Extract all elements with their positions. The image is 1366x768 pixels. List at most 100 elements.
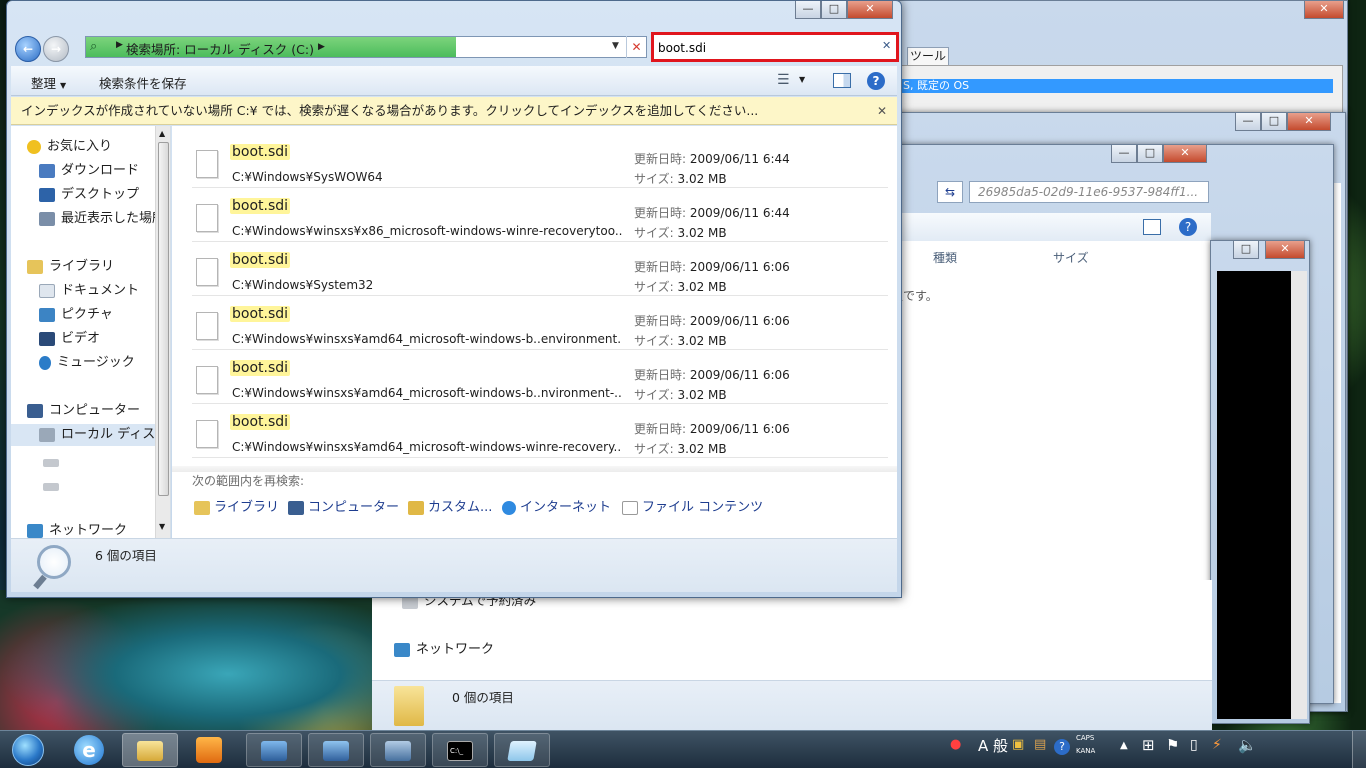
result-row[interactable]: boot.sdi C:¥Windows¥winsxs¥amd64_microsof… [192, 404, 888, 458]
minimize-button[interactable]: — [1235, 113, 1261, 131]
close-button[interactable]: ✕ [1163, 145, 1207, 163]
research-file-contents-link[interactable]: ファイル コンテンツ [622, 496, 763, 515]
help-icon[interactable]: ? [1054, 739, 1070, 755]
result-date: 更新日時: 2009/06/11 6:44 [634, 204, 790, 221]
taskbar-notepad[interactable] [494, 733, 550, 767]
nav-pictures[interactable]: ピクチャ [11, 304, 170, 326]
preview-pane-icon[interactable] [833, 73, 851, 88]
minimize-button[interactable]: — [1111, 145, 1137, 163]
help-icon[interactable]: ? [867, 72, 885, 90]
back-button[interactable]: ← [15, 36, 41, 62]
maximize-button[interactable]: □ [1137, 145, 1163, 163]
ime-mode[interactable]: A 般 [978, 735, 1008, 756]
help-icon[interactable]: ? [1179, 218, 1197, 236]
scroll-up-icon[interactable]: ▲ [159, 129, 165, 138]
nav-network[interactable]: ネットワーク [394, 638, 494, 657]
nav-scrollbar[interactable]: ▲ ▼ [155, 126, 170, 538]
save-search-button[interactable]: 検索条件を保存 [99, 73, 187, 92]
view-options-icon[interactable]: ☰ [777, 72, 790, 88]
organize-button[interactable]: 整理 ▼ [31, 73, 66, 92]
console-scrollbar[interactable] [1291, 271, 1307, 719]
chevron-down-icon[interactable]: ▼ [799, 75, 805, 84]
nav-downloads[interactable]: ダウンロード [11, 160, 170, 182]
search-input[interactable] [658, 39, 868, 57]
modified-value: 2009/06/11 6:06 [689, 314, 790, 328]
scroll-thumb[interactable] [158, 142, 169, 496]
flag-icon[interactable]: ⚑ [1166, 736, 1179, 754]
result-row[interactable]: boot.sdi C:¥Windows¥winsxs¥amd64_microsof… [192, 350, 888, 404]
address-bar[interactable]: ⌕ ▶ 検索場所: ローカル ディスク (C:) ▶ ▼ ✕ [85, 36, 647, 58]
size-value: 3.02 MB [677, 334, 727, 348]
windows-flag-icon[interactable]: ⊞ [1142, 736, 1155, 754]
nav-videos[interactable]: ビデオ [11, 328, 170, 350]
nav-computer[interactable]: コンピューター [11, 400, 170, 422]
column-type[interactable]: 種類 [933, 249, 957, 266]
scroll-down-icon[interactable]: ▼ [159, 522, 165, 531]
tab-tools[interactable]: ツール [907, 47, 949, 65]
research-internet-link[interactable]: インターネット [502, 496, 611, 515]
maximize-button[interactable]: □ [1233, 241, 1259, 259]
research-custom-link[interactable]: カスタム... [408, 496, 492, 515]
network-icon [394, 642, 410, 657]
result-row[interactable]: boot.sdi C:¥Windows¥SysWOW64 更新日時: 2009/06… [192, 134, 888, 188]
maximize-button[interactable]: □ [1261, 113, 1287, 131]
nav-drive-1[interactable] [11, 452, 170, 474]
research-library-link[interactable]: ライブラリ [194, 496, 279, 515]
taskbar-explorer[interactable] [122, 733, 178, 767]
stop-icon[interactable]: ✕ [626, 36, 646, 58]
device-icon[interactable]: ▯ [1190, 737, 1198, 753]
nav-desktop[interactable]: デスクトップ [11, 184, 170, 206]
dropdown-arrow-icon[interactable]: ▼ [612, 41, 619, 51]
show-desktop-button[interactable] [1352, 731, 1366, 768]
refresh-icon[interactable]: ⇆ [937, 181, 963, 203]
nav-local-disk[interactable]: ローカル ディスク [11, 424, 170, 446]
media-player-icon[interactable] [196, 737, 222, 763]
modified-label: 更新日時: [634, 368, 687, 382]
forward-button[interactable]: → [43, 36, 69, 62]
notification-flag-icon[interactable]: ● [950, 737, 961, 752]
nav-network[interactable]: ネットワーク [11, 520, 170, 538]
close-button[interactable]: ✕ [1287, 113, 1331, 131]
nav-libraries[interactable]: ライブラリ [11, 256, 170, 278]
research-computer-link[interactable]: コンピューター [288, 496, 399, 515]
clear-search-icon[interactable]: ✕ [882, 39, 891, 52]
close-button[interactable]: ✕ [1304, 1, 1344, 19]
nav-drive-2[interactable] [11, 476, 170, 498]
taskbar-system[interactable] [308, 733, 364, 767]
close-button[interactable]: ✕ [1265, 241, 1305, 259]
search-box[interactable]: ✕ [651, 32, 899, 62]
result-row[interactable]: boot.sdi C:¥Windows¥winsxs¥amd64_microsof… [192, 296, 888, 350]
music-icon [39, 355, 51, 370]
nav-recent-places[interactable]: 最近表示した場所 [11, 208, 170, 230]
minimize-button[interactable]: — [795, 1, 821, 19]
ime-dictionary-icon[interactable]: ▤ [1034, 737, 1046, 752]
preview-pane-icon[interactable] [1143, 219, 1161, 235]
close-button[interactable]: ✕ [847, 1, 893, 19]
nav-documents[interactable]: ドキュメント [11, 280, 170, 302]
taskbar-computer[interactable] [246, 733, 302, 767]
address-field[interactable]: 26985da5-02d9-11e6-9537-984ff1... [969, 181, 1209, 203]
taskbar-console[interactable]: C:\_ [432, 733, 488, 767]
close-infobar-icon[interactable]: ✕ [877, 97, 887, 125]
volume-icon[interactable]: 🔈 [1238, 736, 1257, 754]
taskbar-network[interactable] [370, 733, 426, 767]
item-count: 0 個の項目 [452, 690, 514, 705]
result-path: C:¥Windows¥winsxs¥amd64_microsoft-window… [232, 386, 622, 400]
column-size[interactable]: サイズ [1053, 249, 1089, 266]
network-status-icon[interactable]: ⚡ [1212, 737, 1222, 753]
result-row[interactable]: boot.sdi C:¥Windows¥System32 更新日時: 2009/06… [192, 242, 888, 296]
index-warning-bar[interactable]: インデックスが作成されていない場所 C:¥ では、検索が遅くなる場合があります。… [11, 97, 897, 125]
size-label: サイズ: [634, 226, 674, 240]
nav-favorites[interactable]: お気に入り [11, 136, 170, 158]
maximize-button[interactable]: □ [821, 1, 847, 19]
internet-explorer-icon[interactable]: e [74, 735, 104, 765]
ime-pad-icon[interactable]: ▣ [1012, 737, 1024, 752]
nav-music[interactable]: ミュージック [11, 352, 170, 374]
explorer-search-window: — □ ✕ ← → ⌕ ▶ 検索場所: ローカル ディスク (C:) ▶ ▼ ✕… [6, 0, 902, 598]
result-row[interactable]: boot.sdi C:¥Windows¥winsxs¥x86_microsoft-… [192, 188, 888, 242]
size-value: 3.02 MB [677, 172, 727, 186]
start-button[interactable] [2, 731, 54, 768]
result-date: 更新日時: 2009/06/11 6:06 [634, 420, 790, 437]
show-hidden-icons[interactable]: ▲ [1120, 740, 1128, 751]
size-label: サイズ: [634, 388, 674, 402]
